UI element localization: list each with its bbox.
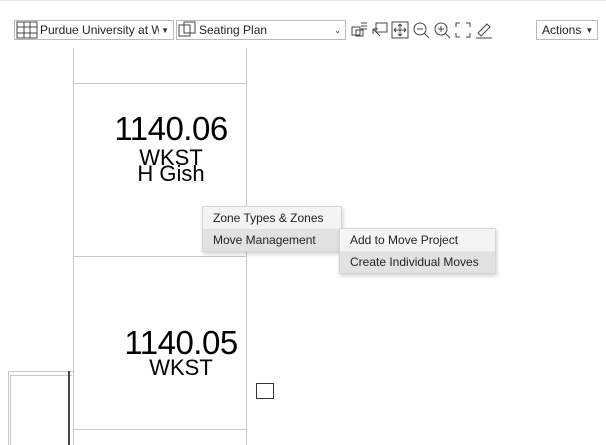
wall: [8, 371, 9, 445]
site-select-value: Purdue University at West Lafayette: [40, 23, 159, 37]
small-furniture-box: [256, 383, 274, 399]
building-grid-icon: [16, 21, 38, 39]
room-1140-05-label[interactable]: 1140.05 WKST: [96, 326, 266, 379]
chevron-down-icon: ▼: [161, 25, 169, 35]
wall: [73, 83, 246, 84]
site-select[interactable]: Purdue University at West Lafayette ▼: [14, 20, 174, 40]
room-occupant: H Gish: [137, 161, 205, 186]
room-1140-06-label[interactable]: 1140.06 WKST H Gish: [86, 112, 256, 185]
select-area-icon[interactable]: [371, 21, 389, 39]
menu-item-create-individual-moves[interactable]: Create Individual Moves: [340, 251, 495, 273]
pan-icon[interactable]: [391, 21, 409, 39]
context-menu: Zone Types & Zones Move Management: [202, 206, 342, 252]
view-select[interactable]: Seating Plan ⌄: [176, 20, 346, 40]
floor-plan-icon: [178, 21, 196, 37]
wall: [68, 371, 70, 445]
zoom-out-icon[interactable]: [412, 21, 430, 39]
menu-item-move-management[interactable]: Move Management: [203, 229, 341, 251]
actions-label: Actions: [542, 23, 582, 37]
wall: [10, 375, 72, 376]
fullscreen-icon[interactable]: [454, 21, 472, 39]
menu-item-zone-types[interactable]: Zone Types & Zones: [203, 207, 341, 229]
top-divider: [0, 0, 606, 1]
chevron-down-icon: ▼: [585, 25, 594, 35]
room-number: 1140.06: [114, 110, 228, 147]
menu-item-add-to-move-project[interactable]: Add to Move Project: [340, 229, 495, 251]
layers-icon[interactable]: [350, 21, 368, 39]
submenu: Add to Move Project Create Individual Mo…: [339, 228, 496, 274]
wall: [73, 256, 246, 257]
view-select-value: Seating Plan: [199, 23, 268, 37]
actions-button[interactable]: Actions ▼: [536, 20, 598, 40]
chevron-down-icon: ⌄: [334, 25, 341, 35]
wall: [10, 375, 11, 445]
zoom-in-icon[interactable]: [433, 21, 451, 39]
wall: [8, 371, 74, 372]
room-code: WKST: [149, 355, 213, 380]
toolbar: Purdue University at West Lafayette ▼ Se…: [0, 0, 606, 48]
wall: [73, 429, 246, 430]
measure-icon[interactable]: [475, 21, 493, 39]
wall: [73, 48, 74, 445]
